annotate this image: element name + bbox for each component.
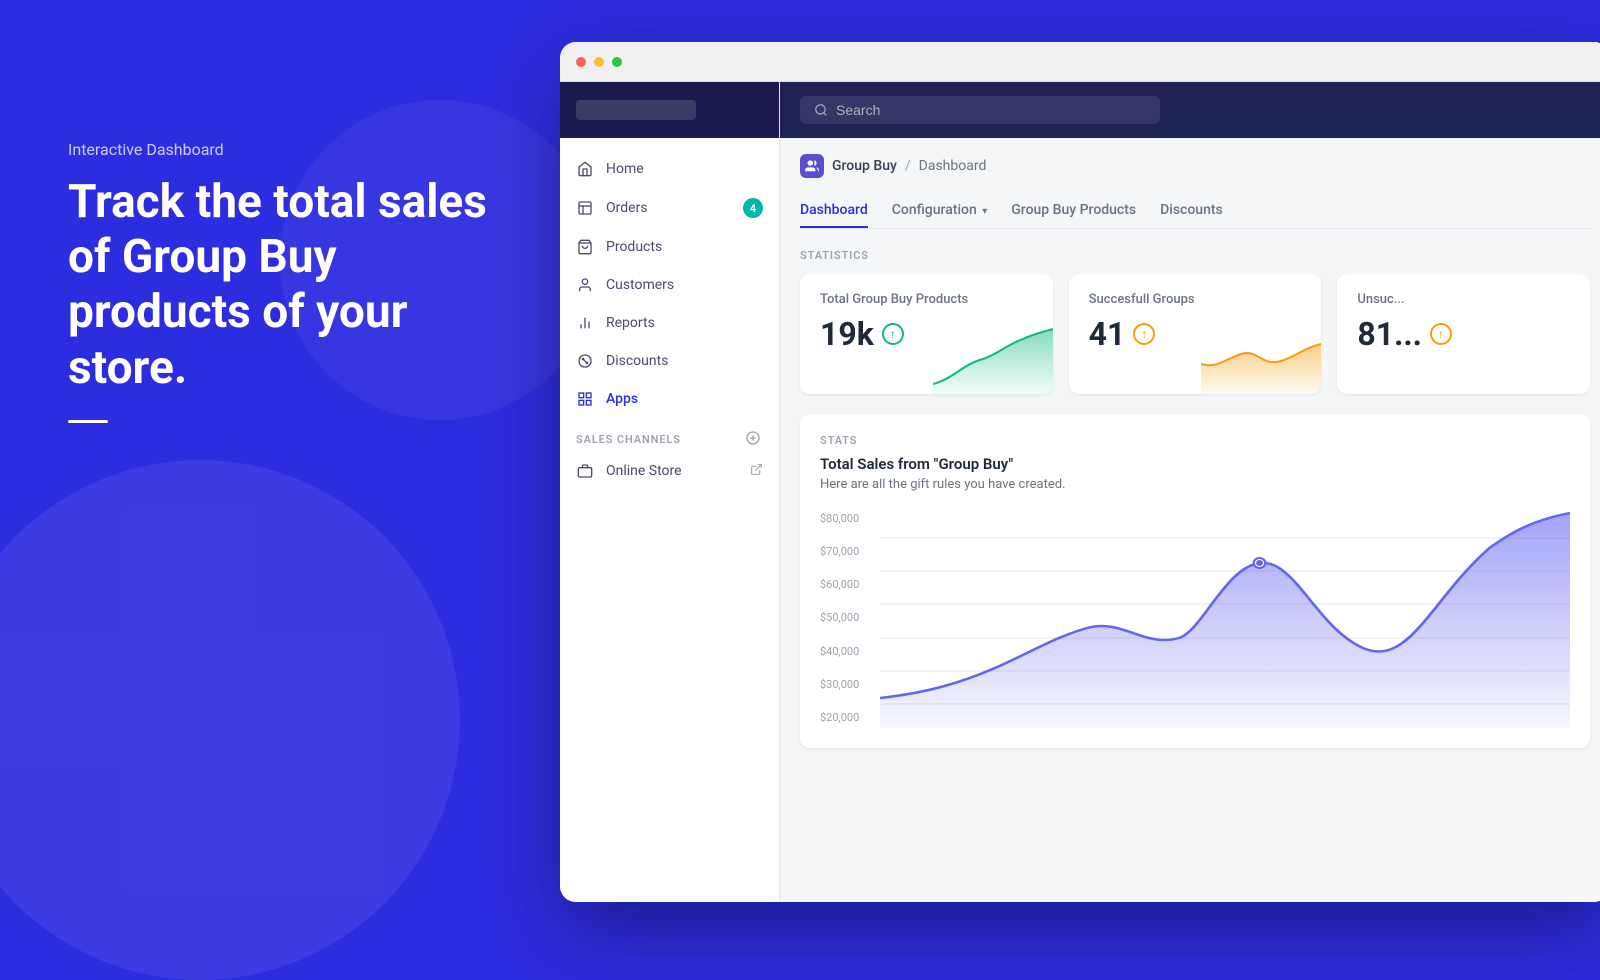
stat-cards: Total Group Buy Products 19k ↑ <box>800 274 1590 394</box>
mini-chart-green <box>933 324 1053 394</box>
orders-badge: 4 <box>743 198 763 218</box>
customers-icon <box>576 276 594 294</box>
left-background <box>0 0 620 900</box>
app-layout: Home Orders 4 <box>560 82 1600 902</box>
store-name <box>576 100 696 120</box>
hero-divider <box>68 420 108 423</box>
bottom-section: STATS Total Sales from "Group Buy" Here … <box>800 414 1590 748</box>
products-icon <box>576 238 594 256</box>
stat-card-title-total: Total Group Buy Products <box>820 292 1033 307</box>
stats-section-label: STATS <box>820 434 1570 447</box>
decorative-circle-large <box>0 460 460 980</box>
reports-icon <box>576 314 594 332</box>
stat-icon-yellow-2: ↑ <box>1430 323 1452 345</box>
sidebar-item-discounts[interactable]: Discounts <box>560 342 779 380</box>
sidebar-header <box>560 82 779 138</box>
sidebar-item-label-home: Home <box>606 161 644 177</box>
sidebar-item-apps[interactable]: Apps <box>560 380 779 418</box>
hero-subtitle: Interactive Dashboard <box>68 140 488 159</box>
breadcrumb-current: Dashboard <box>919 158 987 174</box>
chart-area: $80,000 $70,000 $60,000 $50,000 $40,000 … <box>820 508 1570 728</box>
sidebar-item-reports[interactable]: Reports <box>560 304 779 342</box>
y-label-60k: $60,000 <box>820 578 874 591</box>
add-sales-channel-icon[interactable] <box>745 430 763 448</box>
stat-card-title-successful: Succesfull Groups <box>1089 292 1302 307</box>
sales-channels-section-label: SALES CHANNELS <box>560 418 779 452</box>
stats-chart-title: Total Sales from "Group Buy" <box>820 455 1570 473</box>
app-icon <box>800 154 824 178</box>
search-input[interactable] <box>836 102 1146 118</box>
y-label-80k: $80,000 <box>820 512 874 525</box>
sidebar-item-home[interactable]: Home <box>560 150 779 188</box>
sidebar-item-products[interactable]: Products <box>560 228 779 266</box>
chart-y-labels: $80,000 $70,000 $60,000 $50,000 $40,000 … <box>820 508 874 728</box>
sidebar-item-label-products: Products <box>606 239 662 255</box>
stat-card-title-unsuccessful: Unsuc... <box>1357 292 1570 307</box>
tabs: Dashboard Configuration ▾ Group Buy Prod… <box>800 194 1590 229</box>
sidebar-item-label-discounts: Discounts <box>606 353 668 369</box>
external-link-icon <box>750 463 763 479</box>
stat-icon-green: ↑ <box>882 323 904 345</box>
sidebar-item-label-customers: Customers <box>606 277 674 293</box>
mini-chart-yellow <box>1201 324 1321 394</box>
sidebar-item-orders[interactable]: Orders 4 <box>560 188 779 228</box>
search-bar[interactable] <box>800 96 1160 124</box>
stat-card-value-unsuccessful: 81... ↑ <box>1357 315 1570 353</box>
main-chart-svg <box>880 508 1570 728</box>
browser-dot-maximize <box>612 57 622 67</box>
stat-card-successful-groups: Succesfull Groups 41 ↑ <box>1069 274 1322 394</box>
sidebar-nav: Home Orders 4 <box>560 138 779 902</box>
y-label-30k: $30,000 <box>820 678 874 691</box>
browser-topbar <box>560 42 1600 82</box>
breadcrumb: Group Buy / Dashboard <box>800 154 1590 178</box>
hero-headline: Track the total sales of Group Buy produ… <box>68 175 488 396</box>
sidebar-item-online-store[interactable]: Online Store <box>560 452 779 490</box>
statistics-label: STATISTICS <box>800 249 1590 262</box>
chart-canvas <box>880 508 1570 728</box>
tab-configuration[interactable]: Configuration ▾ <box>892 194 988 228</box>
apps-icon <box>576 390 594 408</box>
browser-dot-minimize <box>594 57 604 67</box>
discounts-icon <box>576 352 594 370</box>
orders-icon <box>576 199 594 217</box>
tab-group-buy-products[interactable]: Group Buy Products <box>1011 194 1136 228</box>
sidebar-item-customers[interactable]: Customers <box>560 266 779 304</box>
tab-dashboard[interactable]: Dashboard <box>800 194 868 228</box>
sidebar-item-label-apps: Apps <box>606 391 638 407</box>
stat-card-unsuccessful: Unsuc... 81... ↑ <box>1337 274 1590 394</box>
sidebar-item-label-reports: Reports <box>606 315 655 331</box>
app-area: Group Buy / Dashboard Dashboard Configur… <box>780 138 1600 902</box>
stats-chart-subtitle: Here are all the gift rules you have cre… <box>820 477 1570 492</box>
configuration-caret: ▾ <box>982 206 987 217</box>
search-icon <box>814 103 828 117</box>
browser-window: Home Orders 4 <box>560 42 1600 902</box>
left-hero-content: Interactive Dashboard Track the total sa… <box>68 140 488 423</box>
breadcrumb-app-name: Group Buy <box>832 158 897 174</box>
y-label-50k: $50,000 <box>820 611 874 624</box>
breadcrumb-separator: / <box>905 158 911 174</box>
sidebar: Home Orders 4 <box>560 82 780 902</box>
sidebar-item-label-online-store: Online Store <box>606 463 682 479</box>
stat-card-total-group-buy: Total Group Buy Products 19k ↑ <box>800 274 1053 394</box>
y-label-20k: $20,000 <box>820 711 874 724</box>
store-icon <box>576 462 594 480</box>
y-label-70k: $70,000 <box>820 545 874 558</box>
home-icon <box>576 160 594 178</box>
main-content: Group Buy / Dashboard Dashboard Configur… <box>780 82 1600 902</box>
sidebar-item-label-orders: Orders <box>606 200 648 216</box>
stat-icon-yellow: ↑ <box>1133 323 1155 345</box>
top-bar <box>780 82 1600 138</box>
sales-channels-label-text: SALES CHANNELS <box>576 433 681 446</box>
y-label-40k: $40,000 <box>820 645 874 658</box>
tab-discounts[interactable]: Discounts <box>1160 194 1223 228</box>
stats-chart-section: STATS Total Sales from "Group Buy" Here … <box>800 414 1590 748</box>
browser-dot-close <box>576 57 586 67</box>
